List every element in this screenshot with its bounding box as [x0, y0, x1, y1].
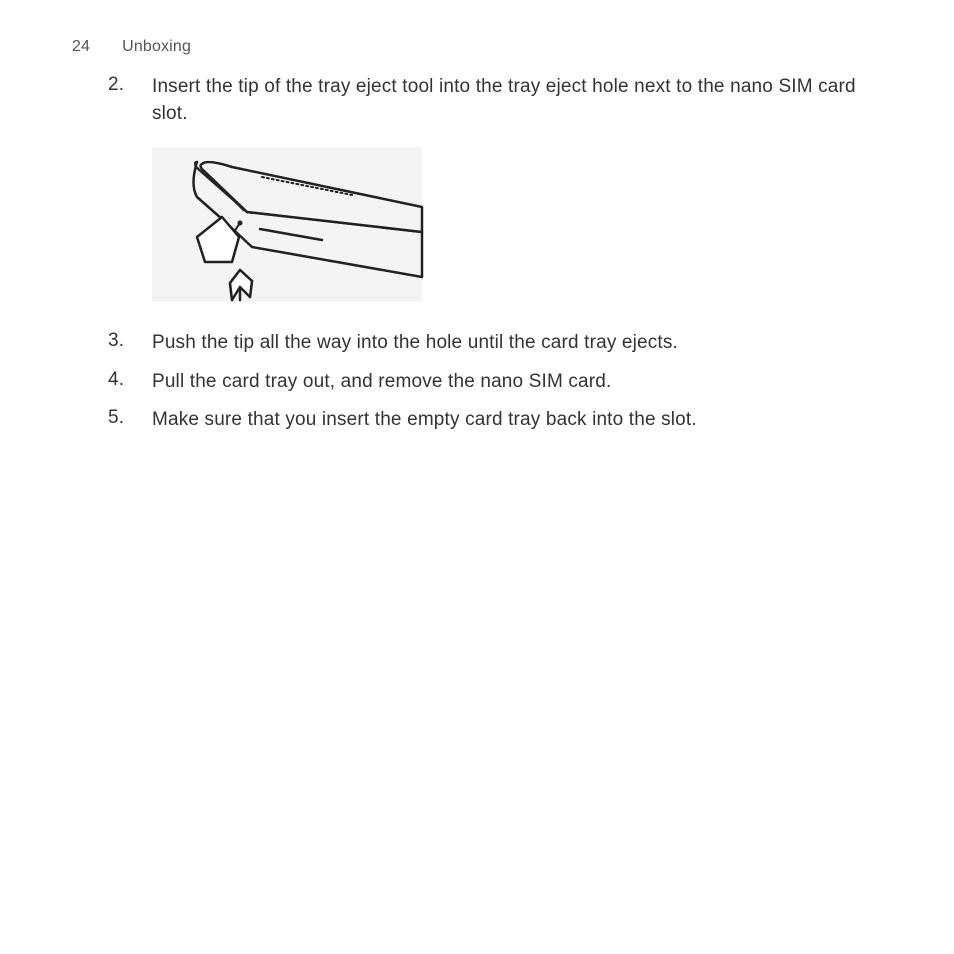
sim-eject-illustration [152, 147, 422, 302]
step-text: Pull the card tray out, and remove the n… [152, 369, 874, 396]
step-number: 2. [108, 74, 152, 96]
step-number: 3. [108, 330, 152, 352]
step-3: 3. Push the tip all the way into the hol… [108, 330, 874, 357]
content-area: 2. Insert the tip of the tray eject tool… [0, 56, 954, 434]
section-title: Unboxing [122, 38, 191, 56]
step-text: Insert the tip of the tray eject tool in… [152, 74, 874, 127]
step-number: 5. [108, 407, 152, 429]
step-5: 5. Make sure that you insert the empty c… [108, 407, 874, 434]
step-text: Make sure that you insert the empty card… [152, 407, 874, 434]
step-4: 4. Pull the card tray out, and remove th… [108, 369, 874, 396]
page-number: 24 [72, 38, 90, 56]
step-number: 4. [108, 369, 152, 391]
step-2: 2. Insert the tip of the tray eject tool… [108, 74, 874, 127]
page-header: 24 Unboxing [0, 0, 954, 56]
step-text: Push the tip all the way into the hole u… [152, 330, 874, 357]
